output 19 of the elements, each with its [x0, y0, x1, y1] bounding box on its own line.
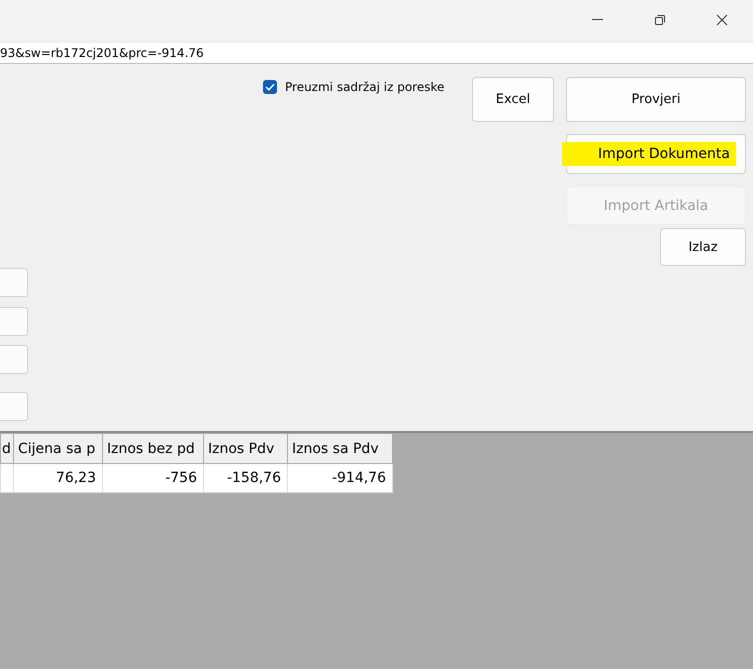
table-cell — [0, 464, 14, 492]
partial-button[interactable] — [0, 307, 28, 336]
column-header[interactable]: Iznos sa Pdv — [288, 434, 392, 464]
table-cell: -914,76 — [288, 464, 392, 492]
url-field[interactable]: 93&sw=rb172cj201&prc=-914.76 — [0, 43, 753, 64]
exit-button[interactable]: Izlaz — [660, 228, 746, 266]
column-header[interactable]: d — [0, 434, 14, 464]
table-cell: -756 — [102, 464, 204, 492]
partial-button[interactable] — [0, 392, 28, 421]
column-header[interactable]: Iznos Pdv — [204, 434, 288, 464]
column-header[interactable]: Iznos bez pd — [102, 434, 204, 464]
table-cell: -158,76 — [204, 464, 288, 492]
column-header[interactable]: Cijena sa p — [14, 434, 102, 464]
partial-button[interactable] — [0, 268, 28, 297]
excel-button[interactable]: Excel — [472, 77, 554, 122]
partial-button[interactable] — [0, 345, 28, 374]
table-cell: 76,23 — [14, 464, 102, 492]
check-button[interactable]: Provjeri — [566, 77, 746, 122]
checkbox-icon[interactable] — [263, 80, 277, 94]
